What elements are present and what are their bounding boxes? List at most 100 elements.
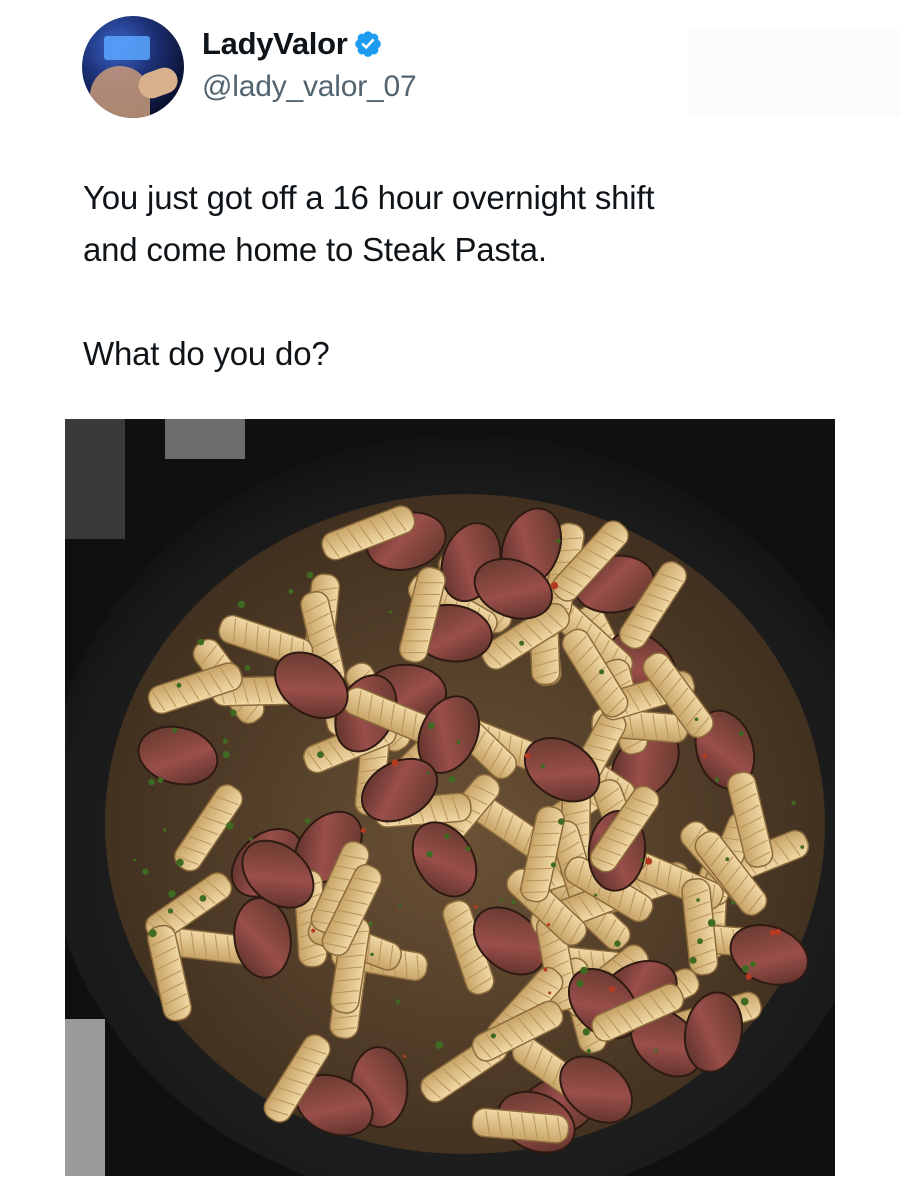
herb-fleck bbox=[750, 961, 756, 967]
herb-fleck bbox=[742, 964, 750, 973]
herb-fleck bbox=[148, 778, 155, 786]
herb-fleck bbox=[550, 862, 556, 868]
herb-fleck bbox=[586, 1048, 591, 1054]
herb-fleck bbox=[740, 997, 749, 1006]
herb-fleck bbox=[427, 771, 431, 775]
herb-fleck bbox=[176, 858, 184, 867]
herb-fleck bbox=[176, 682, 182, 688]
herb-fleck bbox=[163, 828, 167, 832]
herb-fleck bbox=[645, 857, 653, 865]
user-avatar[interactable] bbox=[82, 16, 184, 118]
herb-fleck bbox=[576, 980, 584, 988]
herb-fleck bbox=[370, 952, 374, 957]
herb-fleck bbox=[306, 571, 314, 579]
avatar-screen-shape bbox=[104, 36, 150, 60]
herb-fleck bbox=[172, 727, 178, 733]
herb-fleck bbox=[745, 973, 752, 980]
herb-fleck bbox=[791, 800, 796, 806]
stove-grate bbox=[65, 419, 125, 539]
herb-fleck bbox=[222, 738, 228, 744]
herb-fleck bbox=[697, 938, 703, 945]
herb-fleck bbox=[133, 858, 137, 862]
tweet-line-2: and come home to Steak Pasta. bbox=[83, 231, 547, 268]
herb-fleck bbox=[580, 966, 588, 975]
herb-fleck bbox=[391, 759, 399, 767]
tweet-header: LadyValor @lady_valor_07 bbox=[82, 16, 900, 120]
tweet-text: You just got off a 16 hour overnight shi… bbox=[83, 172, 843, 380]
stove-knob bbox=[165, 419, 245, 459]
herb-fleck bbox=[594, 893, 597, 897]
herb-fleck bbox=[368, 921, 373, 927]
herb-fleck bbox=[398, 904, 402, 908]
herb-fleck bbox=[465, 846, 471, 852]
herb-fleck bbox=[230, 709, 237, 716]
herb-fleck bbox=[456, 740, 461, 745]
herb-fleck bbox=[388, 610, 392, 614]
steak-pasta-photo bbox=[65, 419, 835, 1176]
herb-fleck bbox=[288, 589, 294, 594]
herb-fleck bbox=[582, 1028, 590, 1036]
herb-fleck bbox=[654, 1048, 658, 1053]
herb-fleck bbox=[524, 752, 531, 759]
herb-fleck bbox=[304, 818, 311, 824]
herb-fleck bbox=[360, 828, 366, 833]
herb-fleck bbox=[244, 665, 251, 671]
herb-fleck bbox=[448, 776, 456, 783]
herb-fleck bbox=[689, 956, 697, 964]
herb-fleck bbox=[142, 868, 149, 875]
herb-fleck bbox=[222, 751, 230, 759]
stove-edge bbox=[65, 1019, 105, 1176]
herb-fleck bbox=[473, 904, 478, 909]
herb-fleck bbox=[731, 900, 736, 905]
herb-fleck bbox=[707, 919, 716, 927]
herb-fleck bbox=[395, 999, 401, 1004]
herb-fleck bbox=[197, 638, 205, 646]
herb-fleck bbox=[543, 967, 548, 972]
verified-badge-icon bbox=[355, 31, 382, 57]
herb-fleck bbox=[444, 833, 450, 840]
user-handle[interactable]: @lady_valor_07 bbox=[202, 70, 417, 104]
herb-fleck bbox=[499, 898, 504, 903]
herb-fleck bbox=[558, 818, 565, 825]
herb-fleck bbox=[317, 751, 324, 758]
herb-fleck bbox=[556, 538, 561, 544]
herb-fleck bbox=[519, 640, 525, 646]
herb-fleck bbox=[490, 1033, 496, 1039]
herb-fleck bbox=[403, 1054, 407, 1058]
herb-fleck bbox=[311, 928, 316, 933]
herb-fleck bbox=[168, 890, 176, 898]
herb-fleck bbox=[614, 940, 621, 947]
herb-fleck bbox=[427, 722, 435, 730]
herb-fleck bbox=[702, 754, 708, 759]
herb-fleck bbox=[550, 581, 559, 590]
herb-fleck bbox=[225, 822, 234, 830]
tweet-photo[interactable] bbox=[65, 419, 835, 1176]
herb-fleck bbox=[608, 986, 616, 993]
herb-fleck bbox=[774, 928, 782, 936]
herb-fleck bbox=[511, 900, 516, 905]
herb-fleck bbox=[696, 898, 700, 902]
herb-fleck bbox=[548, 991, 552, 995]
herb-fleck bbox=[547, 923, 551, 927]
herb-fleck bbox=[157, 777, 164, 784]
herb-fleck bbox=[167, 908, 174, 914]
herb-fleck bbox=[599, 669, 605, 675]
herb-fleck bbox=[426, 850, 433, 858]
herb-fleck bbox=[199, 895, 207, 902]
herb-fleck bbox=[148, 929, 157, 938]
herb-fleck bbox=[725, 857, 730, 862]
tweet-question: What do you do? bbox=[83, 335, 330, 372]
herb-fleck bbox=[694, 717, 699, 722]
herb-fleck bbox=[714, 777, 720, 783]
tweet-line-1: You just got off a 16 hour overnight shi… bbox=[83, 179, 655, 216]
herb-fleck bbox=[237, 600, 245, 608]
display-name[interactable]: LadyValor bbox=[202, 26, 348, 62]
herb-fleck bbox=[249, 837, 253, 842]
herb-fleck bbox=[800, 845, 804, 849]
herb-fleck bbox=[435, 1041, 444, 1050]
herb-fleck bbox=[738, 731, 744, 736]
name-row: LadyValor bbox=[202, 26, 383, 62]
redacted-area bbox=[688, 30, 900, 116]
herb-fleck bbox=[640, 858, 644, 862]
